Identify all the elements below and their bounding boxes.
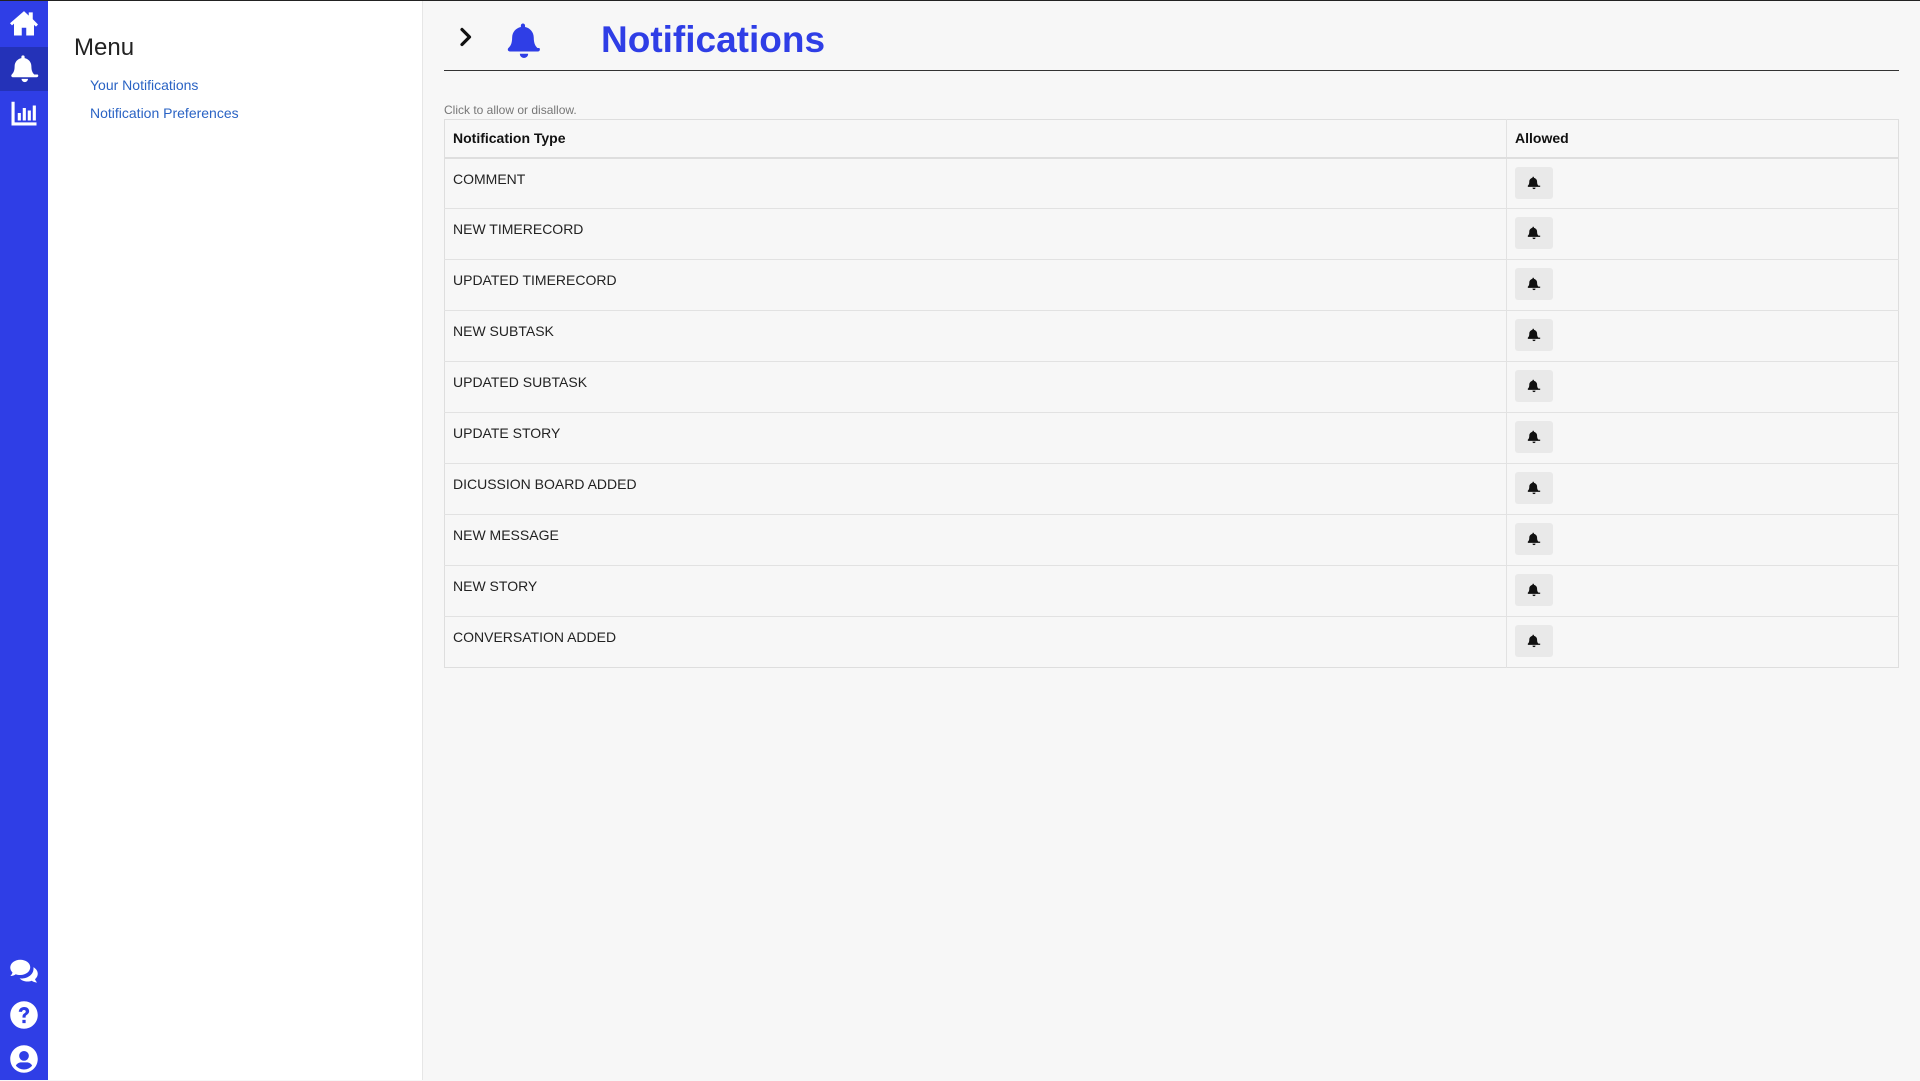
allow-toggle-button[interactable] (1515, 574, 1553, 606)
allow-toggle-button[interactable] (1515, 319, 1553, 351)
notification-type-cell: UPDATED TIMERECORD (444, 259, 1507, 311)
menu-panel: Menu Your Notifications Notification Pre… (48, 1, 423, 1080)
bell-icon (1527, 583, 1541, 597)
allow-toggle-button[interactable] (1515, 472, 1553, 504)
home-icon (10, 11, 38, 36)
chart-icon (11, 101, 37, 126)
table-row: NEW TIMERECORD (444, 208, 1899, 260)
bell-icon (1527, 277, 1541, 291)
allow-toggle-button[interactable] (1515, 166, 1553, 199)
table-row: UPDATED SUBTASK (444, 361, 1899, 413)
notification-type-cell: NEW TIMERECORD (444, 208, 1507, 260)
bell-icon (1527, 532, 1541, 546)
table-row: CONVERSATION ADDED (444, 616, 1899, 668)
main-content: Notifications Click to allow or disallow… (424, 1, 1920, 1080)
profile-nav-button[interactable] (0, 1037, 48, 1081)
notification-type-cell: UPDATED SUBTASK (444, 361, 1507, 413)
allowed-cell (1506, 565, 1899, 617)
allowed-cell (1506, 412, 1899, 464)
allow-toggle-button[interactable] (1515, 370, 1553, 402)
table-row: NEW MESSAGE (444, 514, 1899, 566)
notification-type-cell: NEW STORY (444, 565, 1507, 617)
notification-preferences-link[interactable]: Notification Preferences (90, 105, 239, 121)
allowed-cell (1506, 310, 1899, 362)
bell-icon (507, 23, 540, 58)
allow-toggle-button[interactable] (1515, 421, 1553, 453)
table-row: COMMENT (444, 157, 1899, 209)
home-nav-button[interactable] (0, 1, 48, 45)
notification-type-cell: NEW MESSAGE (444, 514, 1507, 566)
chat-nav-button[interactable] (0, 949, 48, 993)
table-header-row: Notification Type Allowed (444, 119, 1899, 159)
bell-icon (1527, 634, 1541, 648)
notifications-nav-button[interactable] (0, 47, 48, 91)
table-row: NEW SUBTASK (444, 310, 1899, 362)
allow-toggle-button[interactable] (1515, 217, 1553, 249)
menu-title: Menu (74, 34, 135, 61)
notification-type-cell: UPDATE STORY (444, 412, 1507, 464)
allowed-cell (1506, 616, 1899, 668)
icon-sidebar (0, 1, 48, 1080)
notification-type-cell: NEW SUBTASK (444, 310, 1507, 362)
bell-icon (1527, 430, 1541, 444)
page-header: Notifications (444, 1, 1899, 71)
allowed-cell (1506, 208, 1899, 260)
bell-icon (1527, 328, 1541, 342)
bell-icon (1527, 379, 1541, 393)
notification-preferences-table: Notification Type Allowed COMMENT NEW TIM… (444, 119, 1899, 668)
notification-type-cell: COMMENT (444, 157, 1507, 209)
your-notifications-link[interactable]: Your Notifications (90, 77, 198, 93)
help-nav-button[interactable] (0, 993, 48, 1037)
help-icon (10, 1001, 38, 1029)
page-title: Notifications (601, 19, 826, 60)
bell-icon (1527, 226, 1541, 240)
table-row: UPDATED TIMERECORD (444, 259, 1899, 311)
table-row: DICUSSION BOARD ADDED (444, 463, 1899, 515)
chevron-right-icon[interactable] (454, 25, 478, 49)
allow-toggle-button[interactable] (1515, 523, 1553, 555)
column-header-type: Notification Type (444, 119, 1507, 159)
column-header-allowed: Allowed (1506, 119, 1899, 159)
allowed-cell (1506, 361, 1899, 413)
allow-toggle-button[interactable] (1515, 268, 1553, 300)
allow-hint-text: Click to allow or disallow. (444, 103, 577, 117)
allow-toggle-button[interactable] (1515, 625, 1553, 657)
bell-icon (11, 55, 39, 83)
allowed-cell (1506, 259, 1899, 311)
notification-type-cell: CONVERSATION ADDED (444, 616, 1507, 668)
notification-type-cell: DICUSSION BOARD ADDED (444, 463, 1507, 515)
reports-nav-button[interactable] (0, 91, 48, 135)
bell-icon (1527, 481, 1541, 495)
allowed-cell (1506, 514, 1899, 566)
bell-icon (1527, 176, 1541, 189)
allowed-cell (1506, 463, 1899, 515)
user-icon (10, 1045, 38, 1073)
chat-icon (10, 959, 38, 983)
table-row: UPDATE STORY (444, 412, 1899, 464)
allowed-cell (1506, 157, 1899, 209)
table-row: NEW STORY (444, 565, 1899, 617)
